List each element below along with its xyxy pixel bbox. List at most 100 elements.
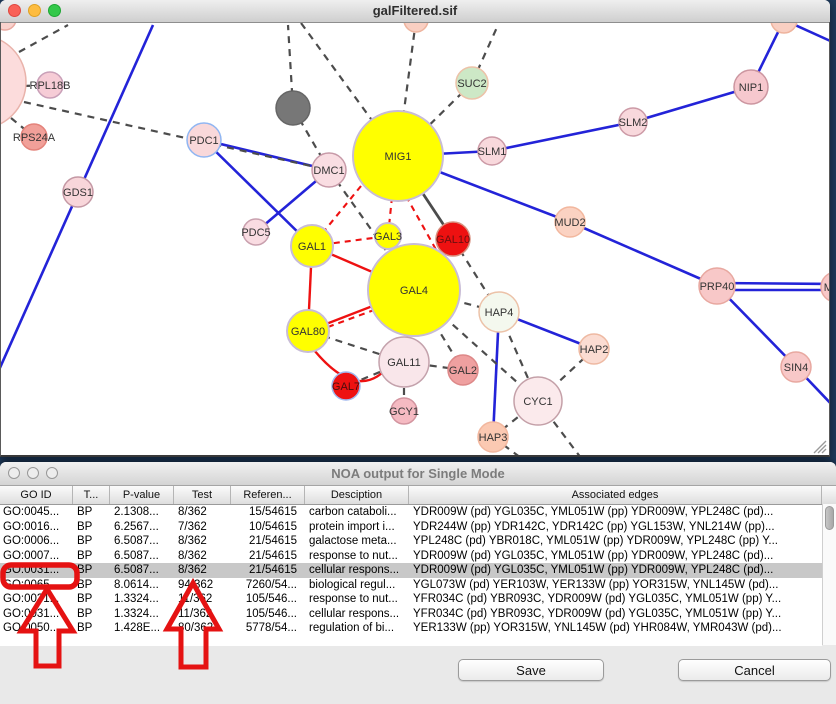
table-cell: YDR009W (pd) YGL035C, YML051W (pp) YDR00… [409, 505, 822, 520]
node-label-gal1: GAL1 [298, 241, 326, 253]
cancel-button[interactable]: Cancel [678, 659, 831, 681]
table-cell: galactose meta... [305, 534, 409, 549]
column-header-associated-edges[interactable]: Associated edges [409, 486, 822, 504]
resize-grip-icon[interactable] [811, 438, 827, 454]
save-button[interactable]: Save [458, 659, 604, 681]
node-gray[interactable] [276, 91, 310, 125]
table-cell: 7260/54... [231, 578, 305, 593]
column-header-test[interactable]: Test [174, 486, 231, 504]
table-cell: 8.0614... [110, 578, 174, 593]
table-cell: BP [73, 578, 110, 593]
table-cell: 1.428E... [110, 621, 174, 636]
table-row[interactable]: GO:0031...BP1.3324...11/362105/546...res… [0, 592, 822, 607]
node-label-gal3: GAL3 [374, 231, 402, 243]
table-cell: BP [73, 534, 110, 549]
table-cell: YER133W (pp) YOR315W, YNL145W (pd) YHR08… [409, 621, 822, 636]
table-cell: cellular respons... [305, 607, 409, 622]
noa-window-title: NOA output for Single Mode [0, 462, 836, 485]
table-cell: 8/362 [174, 505, 231, 520]
table-cell: BP [73, 563, 110, 578]
table-row[interactable]: GO:0006...BP6.5087...8/36221/54615galact… [0, 534, 822, 549]
table-cell: 8/362 [174, 563, 231, 578]
node-label-gal7: GAL7 [332, 381, 360, 393]
table-cell: BP [73, 607, 110, 622]
table-row[interactable]: GO:0007...BP6.5087...8/36221/54615respon… [0, 549, 822, 564]
table-cell: regulation of bi... [305, 621, 409, 636]
node-label-hap4: HAP4 [485, 307, 514, 319]
table-cell: YFR034C (pd) YBR093C, YDR009W (pd) YGL03… [409, 607, 822, 622]
table-row[interactable]: GO:0065...BP8.0614...94/3627260/54...bio… [0, 578, 822, 593]
table-cell: BP [73, 621, 110, 636]
table-cell: 5778/54... [231, 621, 305, 636]
table-cell: 7/362 [174, 520, 231, 535]
table-row[interactable]: GO:0031...BP6.5087...8/36221/54615cellul… [0, 563, 822, 578]
table-cell: BP [73, 549, 110, 564]
node-label-gal4: GAL4 [400, 285, 428, 297]
table-cell: BP [73, 505, 110, 520]
table-row[interactable]: GO:0050...BP1.428E...80/3625778/54...reg… [0, 621, 822, 636]
table-cell: GO:0016... [0, 520, 73, 535]
node-label-hap3: HAP3 [479, 432, 508, 444]
table-cell: GO:0031... [0, 592, 73, 607]
table-cell: 6.5087... [110, 549, 174, 564]
table-cell: GO:0031... [0, 563, 73, 578]
table-row[interactable]: GO:0016...BP6.2567...7/36210/54615protei… [0, 520, 822, 535]
column-header-referen[interactable]: Referen... [231, 486, 305, 504]
node-label-gal11: GAL11 [387, 357, 420, 369]
table-row[interactable]: GO:0045...BP2.1308...8/36215/54615carbon… [0, 505, 822, 520]
node-label-gal2: GAL2 [449, 365, 477, 377]
scrollbar-thumb[interactable] [825, 506, 834, 530]
table-cell: YDR244W (pp) YDR142C, YDR142C (pp) YGL15… [409, 520, 822, 535]
table-cell: 21/54615 [231, 534, 305, 549]
table-cell: GO:0006... [0, 534, 73, 549]
table-cell: 105/546... [231, 592, 305, 607]
node-label-rps24a: RPS24A [13, 132, 56, 144]
table-header-row: GO IDT...P-valueTestReferen...Desciption… [0, 486, 836, 505]
table-cell: 6.5087... [110, 563, 174, 578]
table-row[interactable]: GO:0031...BP1.3324...11/362105/546...cel… [0, 607, 822, 622]
node-label-dmc1: DMC1 [313, 165, 344, 177]
table-cell: 6.5087... [110, 534, 174, 549]
node-label-prp40: PRP40 [700, 281, 735, 293]
column-header-p-value[interactable]: P-value [110, 486, 174, 504]
node-label-gds1: GDS1 [63, 187, 93, 199]
table-body: GO:0045...BP2.1308...8/36215/54615carbon… [0, 505, 822, 646]
table-cell: 15/54615 [231, 505, 305, 520]
table-cell: 6.2567... [110, 520, 174, 535]
node-label-pdc5: PDC5 [241, 227, 270, 239]
table-cell: protein import i... [305, 520, 409, 535]
node-topr[interactable] [771, 23, 797, 33]
table-cell: 80/362 [174, 621, 231, 636]
noa-window-titlebar[interactable]: NOA output for Single Mode [0, 462, 836, 486]
vertical-scrollbar[interactable] [822, 504, 836, 645]
node-label-suc2: SUC2 [457, 78, 486, 90]
column-header-go-id[interactable]: GO ID [0, 486, 73, 504]
table-cell: 21/54615 [231, 549, 305, 564]
node-tl[interactable] [1, 23, 16, 30]
column-header-desciption[interactable]: Desciption [305, 486, 409, 504]
node-label-rpl18b: RPL18B [30, 80, 71, 92]
column-header-t[interactable]: T... [73, 486, 110, 504]
edge-blue [492, 122, 633, 151]
node-label-mig1: MIG1 [385, 151, 412, 163]
table-cell: response to nut... [305, 549, 409, 564]
table-cell: 1.3324... [110, 592, 174, 607]
node-label-slm1: SLM1 [478, 146, 507, 158]
node-topc[interactable] [404, 23, 428, 32]
table-cell: GO:0007... [0, 549, 73, 564]
network-window-titlebar[interactable]: galFiltered.sif [0, 0, 830, 23]
edge-blue [633, 87, 751, 122]
network-canvas[interactable]: RPL18BRPS24AGDS1PDC1MIG1DMC1SUC2SLM1SLM2… [1, 23, 829, 456]
edge-dash [19, 25, 68, 52]
table-cell: response to nut... [305, 592, 409, 607]
table-cell: YFR034C (pd) YBR093C, YDR009W (pd) YGL03… [409, 592, 822, 607]
network-window-title: galFiltered.sif [0, 0, 830, 22]
table-cell: 105/546... [231, 607, 305, 622]
table-cell: GO:0031... [0, 607, 73, 622]
table-cell: 8/362 [174, 549, 231, 564]
table-cell: BP [73, 592, 110, 607]
table-cell: YPL248C (pd) YBR018C, YML051W (pp) YDR00… [409, 534, 822, 549]
table-cell: 10/54615 [231, 520, 305, 535]
node-label-cyc1: CYC1 [523, 396, 552, 408]
edge-reddash [328, 310, 374, 327]
